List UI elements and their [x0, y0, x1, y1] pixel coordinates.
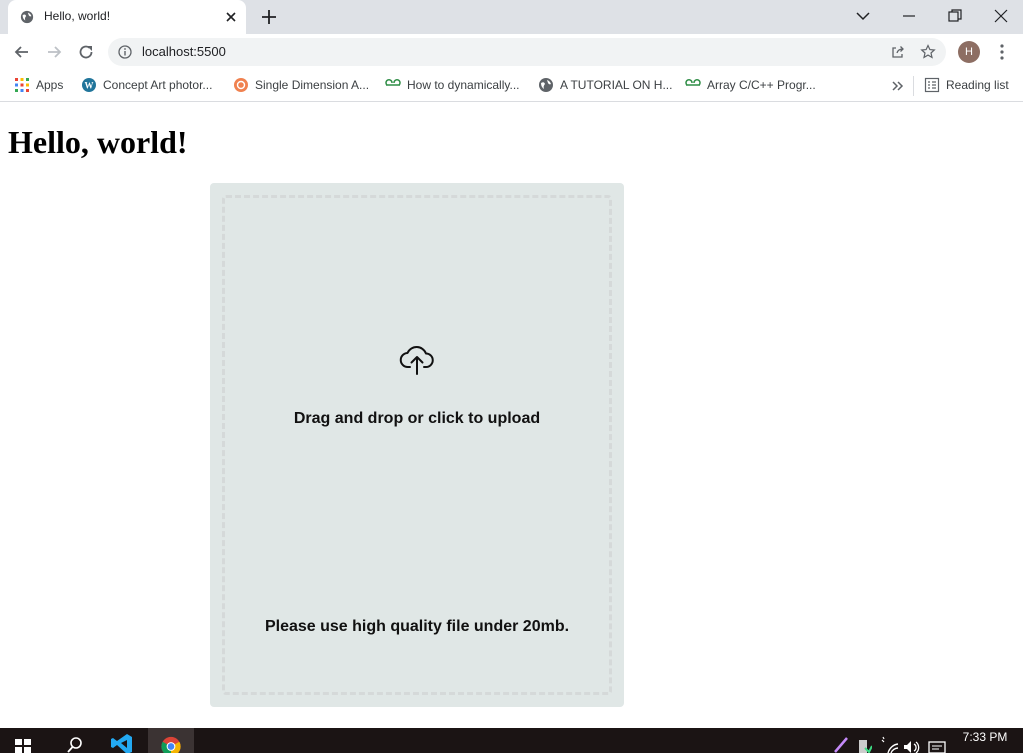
taskbar-clock[interactable]: 7:33 PM [958, 731, 1012, 744]
share-icon[interactable] [890, 44, 906, 60]
file-dropzone[interactable]: Drag and drop or click to upload Please … [210, 183, 624, 707]
bookmark-label: Array C/C++ Progr... [707, 78, 816, 92]
back-arrow-icon[interactable] [12, 42, 32, 62]
globe-icon [20, 10, 34, 24]
bookmark-array-cpp[interactable]: Array C/C++ Progr... [685, 77, 816, 95]
dropzone-secondary-text: Please use high quality file under 20mb. [264, 618, 570, 635]
restore-icon[interactable] [945, 6, 965, 26]
apps-grid-icon [15, 78, 29, 92]
search-icon[interactable] [63, 732, 87, 753]
battery-tray-icon[interactable] [856, 732, 872, 753]
site-info-icon[interactable] [118, 45, 132, 59]
reading-list-label: Reading list [946, 78, 1009, 92]
windows-start-icon[interactable] [14, 736, 32, 753]
pen-tray-icon[interactable] [832, 732, 850, 753]
forward-arrow-icon[interactable] [44, 42, 64, 62]
tab-strip: Hello, world! [0, 0, 1023, 34]
bookmark-label: How to dynamically... [407, 78, 520, 92]
bookmark-apps[interactable]: Apps [14, 77, 63, 95]
geeksforgeeks-icon [685, 79, 701, 86]
browser-tab[interactable]: Hello, world! [8, 0, 246, 34]
bookmark-label: Single Dimension A... [255, 78, 370, 92]
bookmark-star-icon[interactable] [920, 44, 936, 60]
address-bar[interactable]: localhost:5500 [108, 38, 946, 66]
bookmark-how-to-dynamically[interactable]: How to dynamically... [385, 77, 519, 95]
close-tab-icon[interactable] [224, 10, 238, 24]
vscode-icon[interactable] [110, 732, 134, 753]
more-bookmarks-chevrons-icon[interactable] [890, 78, 906, 94]
bookmark-a-tutorial[interactable]: A TUTORIAL ON H... [538, 77, 672, 95]
globe-icon [539, 78, 553, 92]
reading-list-icon [924, 77, 940, 93]
close-window-icon[interactable] [991, 6, 1011, 26]
bookmark-single-dimension[interactable]: Single Dimension A... [233, 77, 369, 95]
orange-circle-icon [234, 78, 248, 92]
notification-tray-icon[interactable] [928, 732, 946, 753]
bookmark-concept-art[interactable]: W Concept Art photor... [81, 77, 212, 95]
new-tab-plus-icon[interactable] [260, 8, 278, 26]
cloud-upload-icon [399, 346, 434, 375]
tab-title: Hello, world! [44, 9, 111, 23]
bookmark-label: A TUTORIAL ON H... [560, 78, 673, 92]
url-text[interactable]: localhost:5500 [142, 44, 226, 59]
menu-kebab-icon[interactable] [994, 42, 1010, 62]
dropzone-primary-text: Drag and drop or click to upload [293, 410, 541, 427]
bookmarks-divider [913, 76, 914, 96]
page-content: Hello, world! Drag and drop or click to … [0, 103, 1023, 728]
chrome-icon[interactable] [159, 736, 183, 753]
minimize-icon[interactable] [899, 6, 919, 26]
geeksforgeeks-icon [385, 79, 401, 86]
volume-tray-icon[interactable] [902, 732, 922, 753]
browser-toolbar: localhost:5500 H [0, 34, 1023, 70]
reading-list-button[interactable]: Reading list [924, 77, 1009, 93]
tab-search-chevron-icon[interactable] [853, 6, 873, 26]
svg-text:W: W [85, 81, 94, 91]
page-heading: Hello, world! [8, 124, 188, 160]
bookmarks-bar: Apps W Concept Art photor... Single Dime… [0, 70, 1023, 102]
windows-taskbar: 7:33 PM [0, 728, 1023, 753]
profile-avatar[interactable]: H [958, 41, 980, 63]
bookmark-label: Apps [36, 78, 64, 92]
bookmark-label: Concept Art photor... [103, 78, 213, 92]
wifi-tray-icon[interactable] [878, 732, 900, 753]
reload-icon[interactable] [76, 42, 96, 62]
wordpress-icon: W [82, 78, 96, 92]
